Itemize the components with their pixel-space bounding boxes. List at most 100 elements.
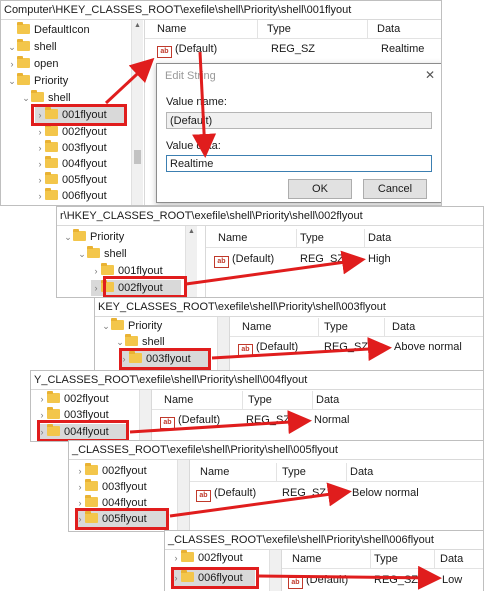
value-row-name[interactable]: ab (Default) [196, 485, 256, 502]
address-bar[interactable]: KEY_CLASSES_ROOT\exefile\shell\Priority\… [95, 298, 483, 317]
chevron-right-icon[interactable]: › [75, 463, 85, 479]
column-name[interactable]: Name [160, 391, 243, 409]
tree-item-priority[interactable]: ⌄ Priority [63, 229, 124, 245]
ok-button[interactable]: OK [288, 179, 352, 199]
chevron-right-icon[interactable]: › [35, 140, 45, 156]
values-list: Name Type Data ab (Default) REG_SZ Below … [189, 460, 483, 531]
chevron-right-icon[interactable]: › [35, 188, 45, 204]
column-type[interactable]: Type [370, 550, 435, 568]
column-name[interactable]: Name [214, 229, 297, 247]
chevron-right-icon[interactable]: › [7, 56, 17, 72]
value-row-name[interactable]: ab (Default) [238, 339, 298, 356]
value-row-data: Below normal [352, 487, 419, 499]
folder-icon [17, 39, 30, 51]
column-name[interactable]: Name [238, 318, 319, 336]
column-data[interactable]: Data [312, 391, 466, 409]
column-name[interactable]: Name [153, 20, 258, 38]
highlight-box [103, 276, 187, 297]
chevron-down-icon[interactable]: ⌄ [77, 246, 87, 262]
column-type[interactable]: Type [278, 463, 347, 481]
address-bar[interactable]: Computer\HKEY_CLASSES_ROOT\exefile\shell… [1, 1, 441, 20]
list-header: Name Type Data [282, 550, 483, 569]
tree-item-open[interactable]: › open [7, 56, 58, 72]
column-type[interactable]: Type [296, 229, 365, 247]
chevron-right-icon[interactable]: › [91, 280, 101, 296]
value-row-data: Normal [314, 414, 350, 426]
tree-scrollbar[interactable]: ▲ [131, 20, 143, 205]
tree-scrollbar[interactable] [139, 390, 151, 441]
tree-scrollbar[interactable] [177, 460, 189, 531]
address-bar[interactable]: _CLASSES_ROOT\exefile\shell\Priority\she… [69, 441, 483, 460]
column-name[interactable]: Name [196, 463, 277, 481]
column-data[interactable]: Data [364, 229, 478, 247]
highlight-box [37, 420, 129, 441]
column-data[interactable]: Data [373, 20, 441, 38]
column-data[interactable]: Data [388, 318, 482, 336]
chevron-down-icon[interactable]: ⌄ [101, 318, 111, 334]
tree-item-003flyout[interactable]: › 003flyout [75, 479, 147, 495]
chevron-right-icon[interactable]: › [35, 124, 45, 140]
value-data-input[interactable]: Realtime [166, 155, 432, 172]
registry-panel-002: r\HKEY_CLASSES_ROOT\exefile\shell\Priori… [56, 206, 484, 298]
tree-item-002flyout[interactable]: › 002flyout [37, 391, 109, 407]
column-name[interactable]: Name [288, 550, 371, 568]
tree-item-priority[interactable]: ⌄ Priority [101, 318, 162, 334]
column-data[interactable]: Data [436, 550, 483, 568]
highlight-box [31, 104, 127, 126]
highlight-box [119, 348, 211, 370]
scroll-up-icon[interactable]: ▲ [186, 228, 197, 235]
string-value-icon: ab [196, 490, 211, 502]
column-type[interactable]: Type [320, 318, 385, 336]
close-icon[interactable]: ✕ [425, 68, 435, 82]
scroll-thumb[interactable] [134, 150, 141, 164]
values-list: Name Type Data ab (Default) REG_SZ High [205, 226, 483, 297]
folder-icon [101, 263, 114, 275]
tree-item-priority[interactable]: ⌄ Priority [7, 73, 68, 89]
tree-item-002flyout[interactable]: › 002flyout [75, 463, 147, 479]
tree-item-002flyout[interactable]: › 002flyout [35, 124, 107, 140]
chevron-right-icon[interactable]: › [35, 156, 45, 172]
folder-icon [45, 140, 58, 152]
tree-item-003flyout[interactable]: › 003flyout [35, 140, 107, 156]
chevron-right-icon[interactable]: › [35, 172, 45, 188]
value-row-type: REG_SZ [246, 414, 291, 426]
tree-scrollbar[interactable] [217, 317, 229, 370]
tree-item-004flyout[interactable]: › 004flyout [35, 156, 107, 172]
value-row-name[interactable]: ab (Default) [160, 412, 220, 429]
value-row-data: Above normal [394, 341, 462, 353]
chevron-right-icon[interactable]: › [37, 391, 47, 407]
value-row-type: REG_SZ [324, 341, 369, 353]
chevron-down-icon[interactable]: ⌄ [7, 73, 17, 89]
scroll-up-icon[interactable]: ▲ [132, 22, 143, 29]
tree-item-005flyout[interactable]: › 005flyout [35, 172, 107, 188]
column-data[interactable]: Data [346, 463, 480, 481]
folder-icon [47, 407, 60, 419]
tree-item-defaulticon[interactable]: DefaultIcon [7, 22, 90, 38]
string-value-icon: ab [160, 417, 175, 429]
address-bar[interactable]: _CLASSES_ROOT\exefile\shell\Priority\she… [165, 531, 483, 550]
values-list: Name Type Data ab (Default) REG_SZ Low [281, 550, 483, 591]
value-row-name[interactable]: ab (Default) [157, 41, 217, 58]
chevron-right-icon[interactable]: › [75, 479, 85, 495]
chevron-right-icon[interactable]: › [91, 263, 101, 279]
value-row-name[interactable]: ab (Default) [288, 572, 348, 589]
column-type[interactable]: Type [244, 391, 313, 409]
address-bar[interactable]: Y_CLASSES_ROOT\exefile\shell\Priority\sh… [31, 371, 483, 390]
tree-item-shell[interactable]: ⌄ shell [7, 39, 57, 55]
folder-icon [125, 334, 138, 346]
value-row-name[interactable]: ab (Default) [214, 251, 274, 268]
chevron-right-icon[interactable]: › [171, 550, 181, 566]
tree-scrollbar[interactable] [269, 550, 281, 591]
tree-item-006flyout[interactable]: › 006flyout [35, 188, 107, 204]
tree-item-002flyout[interactable]: › 002flyout [171, 550, 243, 566]
chevron-down-icon[interactable]: ⌄ [21, 90, 31, 106]
tree-item-shell[interactable]: ⌄ shell [77, 246, 127, 262]
list-header: Name Type Data [206, 229, 483, 248]
value-row-type: REG_SZ [374, 574, 419, 586]
cancel-button[interactable]: Cancel [363, 179, 427, 199]
address-bar[interactable]: r\HKEY_CLASSES_ROOT\exefile\shell\Priori… [57, 207, 483, 226]
chevron-down-icon[interactable]: ⌄ [63, 229, 73, 245]
column-type[interactable]: Type [263, 20, 368, 38]
folder-icon [31, 90, 44, 102]
chevron-down-icon[interactable]: ⌄ [7, 39, 17, 55]
